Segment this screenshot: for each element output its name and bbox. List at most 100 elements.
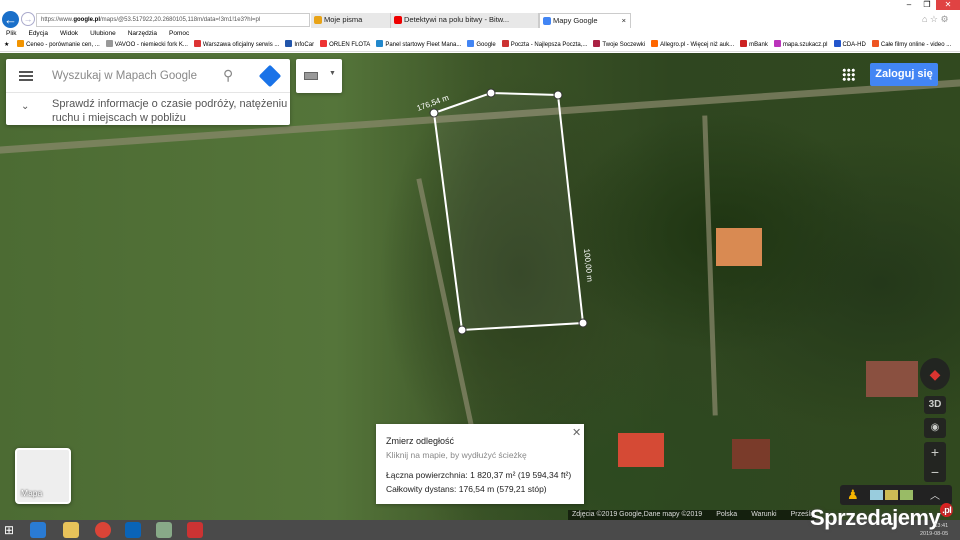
compass-icon[interactable]: ◆: [920, 358, 950, 390]
favorite-link[interactable]: InfoCar: [285, 39, 315, 51]
app-icon[interactable]: [156, 522, 172, 538]
address-bar[interactable]: https://www.google.pl/maps/@53.517922,20…: [36, 13, 310, 27]
country-link[interactable]: Polska: [716, 511, 737, 518]
map-attribution: Zdjęcia ©2019 Google,Dane mapy ©2019 Pols…: [568, 510, 816, 520]
favicon-icon: [871, 40, 879, 47]
restore-button[interactable]: ❐: [918, 0, 936, 10]
menu-icon[interactable]: [19, 71, 33, 81]
favicon-icon: [467, 40, 475, 47]
3d-button[interactable]: 3D: [924, 396, 946, 414]
back-button[interactable]: ←: [2, 11, 19, 28]
windows-start-icon[interactable]: ⊞: [4, 522, 20, 538]
favorite-label: mapa.szukacz.pl: [782, 42, 828, 48]
search-icon[interactable]: ⚲: [223, 67, 239, 83]
chrome-icon[interactable]: [95, 522, 111, 538]
search-panel: ⚲ ⌄ Sprawdź informacje o czasie podróży,…: [6, 59, 290, 125]
favorite-link[interactable]: Warszawa oficjalny serwis ...: [193, 39, 280, 51]
favorite-link[interactable]: mapa.szukacz.pl: [773, 39, 828, 51]
menu-edycja[interactable]: Edycja: [28, 30, 48, 37]
terms-link[interactable]: Warunki: [751, 511, 776, 518]
my-location-icon[interactable]: ◉: [924, 418, 946, 438]
measure-label-side: 100,00 m: [582, 248, 594, 282]
home-star-gear-icons[interactable]: ⌂ ☆ ⚙: [922, 14, 949, 25]
measure-point[interactable]: [457, 325, 467, 335]
favorite-link[interactable]: Panel startowy Fleet Mana...: [376, 39, 462, 51]
favicon-icon: [833, 40, 841, 47]
menu-bar: Plik Edycja Widok Ulubione Narzędzia Pomoc: [0, 28, 960, 39]
measure-area: Łączna powierzchnia: 1 820,37 m² (19 594…: [386, 470, 572, 480]
favicon-icon: [17, 40, 25, 47]
tab-detektywi[interactable]: Detektywi na polu bitwy - Bitw...: [391, 13, 539, 28]
favorite-link[interactable]: Ceneo - porównanie cen, ...: [17, 39, 100, 51]
favorite-link[interactable]: VAVOO - niemiecki fork K...: [105, 39, 188, 51]
close-window-button[interactable]: ✕: [936, 0, 960, 10]
favorite-link[interactable]: ORLEN FLOTA: [320, 39, 370, 51]
close-tab-icon[interactable]: ×: [622, 14, 626, 28]
zoom-in-button[interactable]: +: [924, 442, 946, 462]
favorite-link[interactable]: Poczta - Najlepsza Poczta,...: [501, 39, 587, 51]
attribution-text: Zdjęcia ©2019 Google,Dane mapy ©2019: [572, 511, 703, 518]
map-type-button[interactable]: Mapa: [15, 448, 71, 504]
favicon-icon: [773, 40, 781, 47]
keyboard-icon: [304, 72, 318, 80]
tab-moje-pisma[interactable]: Moje pisma: [311, 13, 391, 28]
favorite-link[interactable]: CDA-HD: [833, 39, 866, 51]
menu-widok[interactable]: Widok: [60, 30, 78, 37]
measure-point[interactable]: [553, 90, 563, 100]
zoom-out-button[interactable]: −: [924, 462, 946, 482]
chevron-up-icon[interactable]: ︿: [930, 487, 940, 502]
favicon-icon: [593, 40, 601, 47]
outlook-icon[interactable]: [125, 522, 141, 538]
favorite-label: InfoCar: [294, 42, 315, 48]
input-tools-button[interactable]: ▼: [296, 59, 342, 93]
favorite-link[interactable]: Google: [467, 39, 496, 51]
file-explorer-icon[interactable]: [63, 522, 79, 538]
favorite-link[interactable]: mBank: [740, 39, 768, 51]
favorite-label: Panel startowy Fleet Mana...: [385, 42, 462, 48]
pegman-icon[interactable]: ♟: [847, 487, 859, 503]
chevron-down-icon[interactable]: ⌄: [21, 101, 29, 112]
minimize-button[interactable]: –: [900, 0, 918, 10]
search-input[interactable]: [52, 65, 222, 87]
menu-pomoc[interactable]: Pomoc: [169, 30, 189, 37]
measure-point[interactable]: [578, 318, 588, 328]
measure-point[interactable]: [429, 108, 439, 118]
watermark-tld: .pl: [940, 503, 954, 517]
tab-label: Detektywi na polu bitwy - Bitw...: [404, 15, 510, 24]
directions-icon[interactable]: [258, 64, 282, 88]
favicon-icon: [376, 40, 384, 47]
close-icon[interactable]: ✕: [572, 426, 581, 439]
favorite-label: mBank: [749, 42, 768, 48]
apps-grid-icon[interactable]: [842, 68, 855, 81]
internet-explorer-icon[interactable]: [30, 522, 46, 538]
login-button[interactable]: Zaloguj się: [870, 63, 938, 86]
layer-thumbnail[interactable]: [870, 490, 883, 500]
tab-label: Mapy Google: [553, 16, 598, 25]
layer-thumbnail[interactable]: [885, 490, 898, 500]
measure-subtitle: Kliknij na mapie, by wydłużyć ścieżkę: [386, 450, 527, 460]
browser-titlebar: ← → https://www.google.pl/maps/@53.51792…: [0, 0, 960, 28]
clock-time: 13:41: [934, 523, 949, 529]
layers-bar: ♟ ︿: [840, 485, 952, 505]
measure-distance-card: Zmierz odległość Kliknij na mapie, by wy…: [376, 424, 584, 504]
favorite-label: Warszawa oficjalny serwis ...: [202, 42, 280, 48]
favorite-label: Allegro.pl - Więcej niż auk...: [660, 42, 735, 48]
menu-plik[interactable]: Plik: [6, 30, 16, 37]
favorite-label: Całe filmy online - video ...: [880, 42, 952, 48]
favorites-star-icon[interactable]: ★: [4, 39, 9, 51]
app-icon[interactable]: [187, 522, 203, 538]
favorite-link[interactable]: Twoje Soczewki: [593, 39, 645, 51]
travel-hint[interactable]: Sprawdź informacje o czasie podróży, nat…: [52, 97, 290, 125]
favorite-label: CDA-HD: [842, 42, 866, 48]
system-clock[interactable]: 13:41 2019-08-05: [920, 522, 948, 538]
menu-ulubione[interactable]: Ulubione: [90, 30, 116, 37]
layer-thumbnail[interactable]: [900, 490, 913, 500]
mail-icon: [314, 16, 322, 24]
favorite-link[interactable]: Allegro.pl - Więcej niż auk...: [651, 39, 735, 51]
tab-mapy-google[interactable]: Mapy Google ×: [539, 13, 631, 28]
forward-button[interactable]: →: [21, 12, 35, 26]
favorite-link[interactable]: Całe filmy online - video ...: [871, 39, 952, 51]
menu-narzedzia[interactable]: Narzędzia: [128, 30, 157, 37]
favorite-label: VAVOO - niemiecki fork K...: [114, 42, 188, 48]
measure-point[interactable]: [486, 88, 496, 98]
